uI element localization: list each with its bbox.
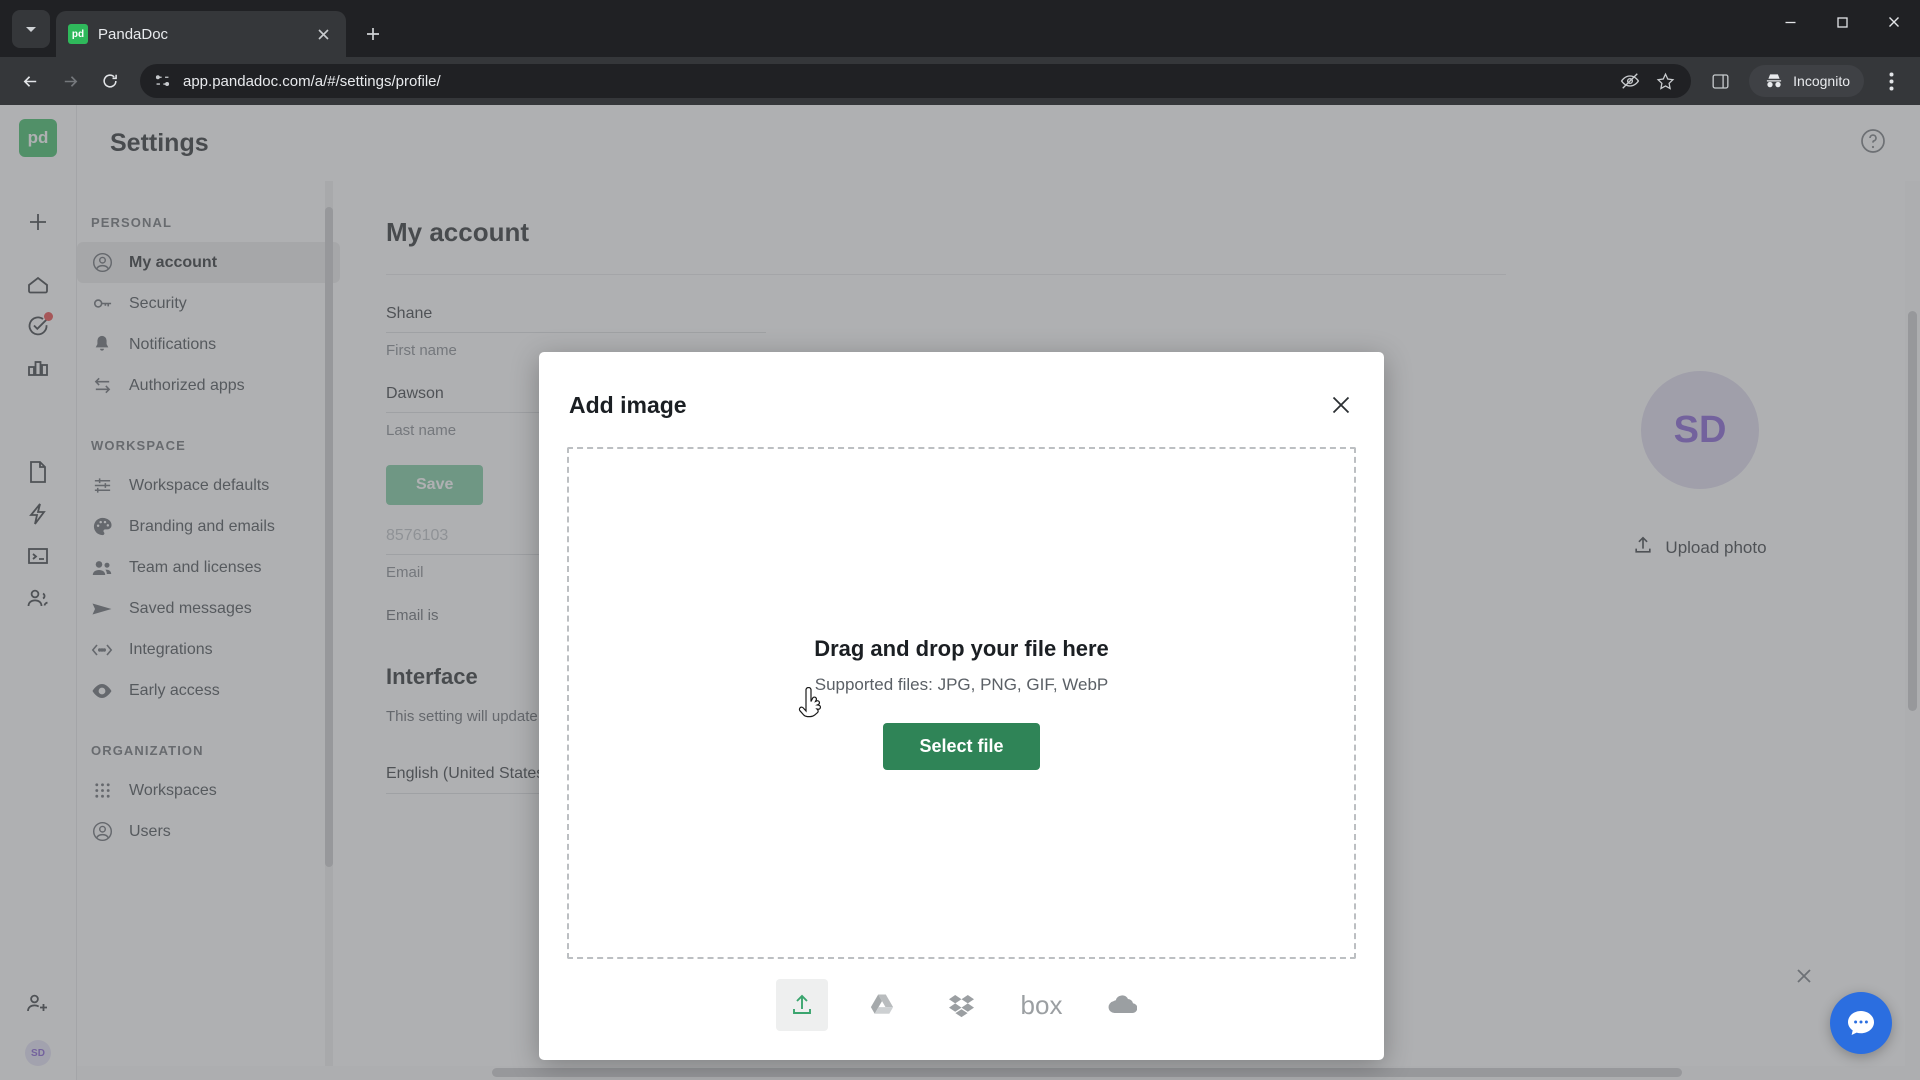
- window-controls: [1764, 0, 1920, 57]
- forward-arrow-icon: [52, 63, 88, 99]
- tab-title: PandaDoc: [98, 25, 169, 43]
- box-label: box: [1020, 989, 1063, 1020]
- dropzone-title: Drag and drop your file here: [814, 636, 1109, 661]
- pandadoc-app: pd: [0, 105, 1920, 1080]
- tab-search-icon[interactable]: [12, 10, 50, 48]
- browser-window: pd PandaDoc app.pandadoc.com/a/#/setting…: [0, 0, 1920, 1080]
- browser-toolbar: app.pandadoc.com/a/#/settings/profile/ I…: [0, 57, 1920, 105]
- onedrive-icon: [1108, 995, 1137, 1014]
- url-text: app.pandadoc.com/a/#/settings/profile/: [183, 72, 441, 90]
- dropbox-icon: [948, 995, 974, 1018]
- modal-header: Add image: [567, 380, 1356, 423]
- select-file-button[interactable]: Select file: [883, 723, 1040, 770]
- file-dropzone[interactable]: Drag and drop your file here Supported f…: [567, 447, 1356, 959]
- incognito-icon: [1767, 74, 1782, 88]
- source-google-drive[interactable]: [856, 979, 908, 1031]
- source-onedrive[interactable]: [1096, 979, 1148, 1031]
- browser-tab[interactable]: pd PandaDoc: [56, 11, 346, 57]
- address-bar[interactable]: app.pandadoc.com/a/#/settings/profile/: [140, 64, 1692, 98]
- upload-icon: [792, 994, 811, 1014]
- reload-icon[interactable]: [92, 63, 128, 99]
- tracking-protection-icon[interactable]: [1620, 71, 1640, 91]
- maximize-icon[interactable]: [1816, 0, 1868, 44]
- incognito-label: Incognito: [1793, 73, 1850, 89]
- favicon-pandadoc: pd: [68, 24, 88, 44]
- add-image-modal: Add image Drag and drop your file here S…: [539, 352, 1384, 1060]
- modal-title: Add image: [569, 392, 687, 418]
- source-upload-from-computer[interactable]: [775, 979, 828, 1031]
- source-dropbox[interactable]: [936, 979, 988, 1031]
- browser-menu-icon[interactable]: [1874, 64, 1908, 98]
- google-drive-icon: [870, 994, 893, 1014]
- side-panel-icon[interactable]: [1703, 64, 1737, 98]
- file-source-tabs: box: [567, 979, 1356, 1031]
- incognito-indicator[interactable]: Incognito: [1749, 65, 1864, 97]
- dropzone-subtitle: Supported files: JPG, PNG, GIF, WebP: [814, 675, 1109, 694]
- tab-strip: pd PandaDoc: [0, 0, 1920, 57]
- chat-bubble-icon: [1848, 1011, 1874, 1035]
- bookmark-star-icon[interactable]: [1656, 72, 1675, 91]
- new-tab-icon[interactable]: [356, 17, 390, 51]
- chat-bubble-button[interactable]: [1830, 992, 1892, 1054]
- site-settings-icon[interactable]: [154, 73, 171, 90]
- close-window-icon[interactable]: [1868, 0, 1920, 44]
- close-tab-icon[interactable]: [312, 23, 334, 45]
- source-box[interactable]: box: [1016, 979, 1068, 1031]
- close-icon[interactable]: [1328, 392, 1354, 423]
- chat-close-icon[interactable]: [1793, 965, 1815, 987]
- back-arrow-icon[interactable]: [12, 63, 48, 99]
- minimize-icon[interactable]: [1764, 0, 1816, 44]
